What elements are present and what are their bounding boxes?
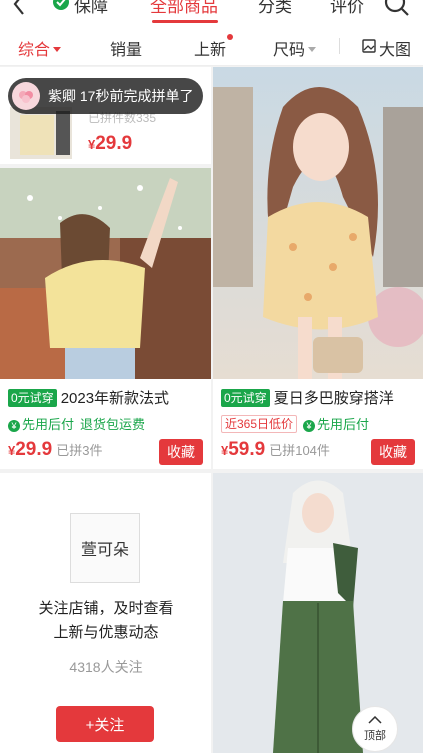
product-image: [213, 67, 423, 379]
sort-overall-label: 综合: [18, 42, 51, 59]
sort-new-label: 上新: [194, 42, 227, 59]
back-to-top-label: 顶部: [364, 730, 386, 742]
collect-button[interactable]: 收藏: [159, 439, 203, 465]
price-value: 29.9: [15, 439, 53, 460]
chevron-down-icon: [53, 46, 62, 52]
tab-guarantee[interactable]: 保障: [52, 0, 108, 17]
sold-count: 已拼3件: [56, 443, 103, 458]
store-name: 萱可朵: [80, 542, 129, 559]
chevron-down-icon: [308, 46, 317, 52]
product-card-3[interactable]: [213, 473, 423, 753]
pay-later-label: 先用后付: [22, 417, 75, 432]
price-value: 59.9: [228, 439, 266, 460]
store-follow-card: 萱可朵 关注店铺，及时查看 上新与优惠动态 4318人关注 +关注: [0, 473, 211, 753]
back-arrow-icon[interactable]: [12, 0, 26, 21]
follower-count: 4318人关注: [69, 659, 143, 675]
yen-badge-icon: ¥: [8, 420, 20, 432]
sort-new[interactable]: 上新: [194, 36, 226, 60]
pay-later-tag: ¥ 先用后付: [303, 414, 369, 433]
sort-sales[interactable]: 销量: [110, 36, 142, 60]
top-tab-bar: 保障 全部商品 分类 评价: [0, 0, 423, 24]
sort-bar: 综合 销量 上新 尺码 大图: [0, 24, 423, 66]
product-card-2[interactable]: 0元试穿 夏日多巴胺穿搭洋 近365日低价 ¥ 先用后付 ¥59.9 已拼104件…: [213, 67, 423, 469]
trial-badge: 0元试穿: [221, 388, 270, 407]
tab-guarantee-label: 保障: [74, 0, 108, 16]
free-return-tag: 退货包运费: [80, 417, 146, 432]
store-message-line2: 上新与优惠动态: [53, 624, 159, 641]
big-image-toggle[interactable]: 大图: [362, 36, 411, 60]
product-image: [0, 168, 211, 379]
collect-button[interactable]: 收藏: [371, 439, 415, 465]
product-price: ¥59.9: [221, 439, 265, 461]
low-price-tag: 近365日低价: [221, 414, 298, 433]
active-tab-indicator: [152, 20, 218, 23]
store-message: 关注店铺，及时查看 上新与优惠动态: [0, 597, 211, 645]
store-logo[interactable]: 萱可朵: [70, 513, 140, 583]
product-card-1[interactable]: 0元试穿 2023年新款法式 ¥ 先用后付 退货包运费 ¥29.9 已拼3件 收藏: [0, 168, 211, 469]
pay-later-label: 先用后付: [317, 417, 370, 432]
tab-reviews[interactable]: 评价: [330, 0, 364, 17]
divider: [339, 38, 340, 54]
sold-count: 已拼104件: [269, 443, 330, 458]
sort-size[interactable]: 尺码: [273, 36, 317, 60]
trial-badge: 0元试穿: [8, 388, 57, 407]
tab-all-products[interactable]: 全部商品: [150, 0, 218, 17]
tab-category[interactable]: 分类: [258, 0, 292, 17]
avatar: [12, 82, 40, 110]
product-title: 夏日多巴胺穿搭洋: [273, 390, 394, 407]
sort-sales-label: 销量: [110, 42, 143, 59]
search-icon[interactable]: [383, 0, 411, 23]
product-info: 0元试穿 2023年新款法式 ¥ 先用后付 退货包运费 ¥29.9 已拼3件 收藏: [0, 387, 211, 469]
chevron-up-icon: [368, 715, 382, 727]
back-to-top-button[interactable]: 顶部: [352, 706, 398, 752]
sort-size-label: 尺码: [273, 42, 306, 59]
product-title: 2023年新款法式: [60, 390, 170, 407]
product-price: ¥29.9: [8, 439, 52, 461]
follow-button[interactable]: +关注: [56, 706, 154, 742]
toast-text: 紫卿 17秒前完成拼单了: [48, 88, 194, 104]
sort-overall[interactable]: 综合: [18, 36, 62, 60]
product-price: ¥29.9: [88, 133, 132, 155]
shield-check-icon: [52, 0, 70, 16]
group-buy-toast: 紫卿 17秒前完成拼单了: [8, 78, 204, 114]
product-image: [213, 473, 423, 753]
product-info: 0元试穿 夏日多巴胺穿搭洋 近365日低价 ¥ 先用后付 ¥59.9 已拼104件…: [213, 387, 423, 469]
price-value: 29.9: [95, 133, 133, 154]
store-message-line1: 关注店铺，及时查看: [38, 600, 174, 617]
new-indicator-dot: [227, 34, 233, 40]
product-thumbnail: [10, 107, 72, 159]
big-image-label: 大图: [379, 42, 412, 59]
pay-later-tag: ¥ 先用后付: [8, 414, 74, 433]
image-icon: [362, 38, 376, 58]
yen-badge-icon: ¥: [303, 420, 316, 432]
